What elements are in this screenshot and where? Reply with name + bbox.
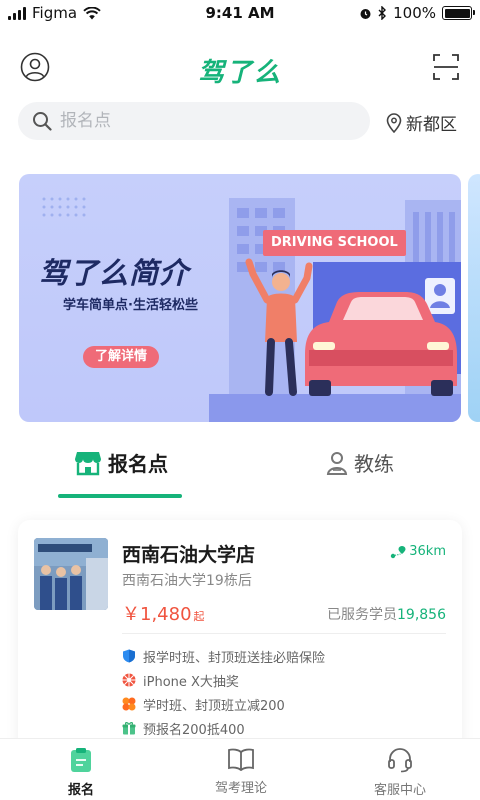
bluetooth-icon [378, 6, 387, 20]
served-count: 19,856 [397, 607, 446, 623]
nav-theory[interactable]: 驾考理论 [181, 747, 301, 796]
distance: 36km [390, 544, 446, 559]
active-tab-indicator [58, 494, 182, 498]
price-value: ￥1,480 [122, 604, 192, 625]
nav-label: 报名 [67, 783, 94, 798]
location-pin-icon [386, 112, 402, 133]
banner-dots-decoration [42, 197, 86, 217]
location-selector[interactable]: 新都区 [386, 110, 457, 135]
tab-label: 教练 [354, 452, 394, 476]
distance-value: 36km [409, 544, 446, 559]
promo-text: 学时班、封顶班立减200 [143, 698, 285, 714]
price: ￥1,480 起 [122, 600, 205, 626]
driving-school-illustration [209, 198, 461, 422]
school-address: 西南石油大学19栋后 [122, 573, 252, 589]
status-bar: Figma 9:41 AM 100% [0, 0, 480, 28]
school-photo [34, 538, 108, 610]
nav-registration[interactable]: 报名 [21, 747, 141, 798]
promo-text: 报学时班、封顶班送挂必赔保险 [143, 650, 326, 666]
search-icon [33, 112, 52, 131]
nav-label: 客服中心 [373, 783, 426, 798]
battery-level [444, 8, 470, 18]
tab-registration-points[interactable]: 报名点 [74, 448, 168, 477]
alarm-icon [360, 8, 371, 19]
shield-icon [123, 649, 135, 663]
battery-icon [442, 6, 475, 20]
promo-item: iPhone X大抽奖 [122, 668, 442, 692]
headset-icon [388, 748, 412, 773]
app-header: 驾了么 [0, 44, 480, 92]
route-icon [391, 545, 406, 558]
promo-banner[interactable]: DRIVING SCHOOL 驾了么简介 学车简单点·生活轻松些 了解详情 [19, 174, 461, 422]
status-right: 100% [359, 4, 475, 22]
banner-subtitle: 学车简单点·生活轻松些 [63, 298, 198, 313]
price-unit: 起 [193, 610, 205, 623]
promo-list: 报学时班、封顶班送挂必赔保险 iPhone X大抽奖 学时班、封顶班立减200 [122, 644, 442, 740]
tab-coaches[interactable]: 教练 [326, 448, 394, 477]
promo-text: 预报名200抵400 [143, 722, 245, 738]
school-name: 西南石油大学店 [122, 544, 256, 566]
battery-percent: 100% [393, 4, 436, 22]
next-banner-peek[interactable] [468, 174, 480, 422]
promo-item: 预报名200抵400 [122, 716, 442, 740]
served-students: 已服务学员19,856 [327, 604, 446, 624]
lottery-icon [122, 673, 136, 687]
storefront-icon [75, 451, 101, 475]
promo-text: iPhone X大抽奖 [143, 674, 239, 690]
bottom-navigation: 报名 驾考理论 客服中心 [0, 738, 480, 800]
nav-label: 驾考理论 [214, 781, 267, 796]
clipboard-icon [71, 748, 91, 772]
promo-item: 学时班、封顶班立减200 [122, 692, 442, 716]
served-label: 已服务学员 [327, 607, 397, 623]
search-input[interactable] [60, 111, 340, 131]
location-label: 新都区 [406, 115, 457, 135]
discount-icon [122, 697, 136, 711]
banner-details-button[interactable]: 了解详情 [83, 346, 160, 368]
tab-bar: 报名点 教练 [0, 448, 480, 500]
gift-icon [122, 722, 136, 735]
scan-icon[interactable] [432, 52, 460, 82]
tab-label: 报名点 [108, 452, 168, 476]
banner-title: 驾了么简介 [39, 256, 190, 290]
app-logo: 驾了么 [197, 58, 282, 88]
banner-tag: DRIVING SCHOOL [263, 230, 406, 256]
nav-customer-service[interactable]: 客服中心 [340, 747, 460, 798]
promo-item: 报学时班、封顶班送挂必赔保险 [122, 644, 442, 668]
divider [122, 633, 446, 634]
book-icon [228, 748, 254, 771]
search-bar[interactable] [18, 102, 370, 140]
coach-icon [326, 451, 348, 475]
